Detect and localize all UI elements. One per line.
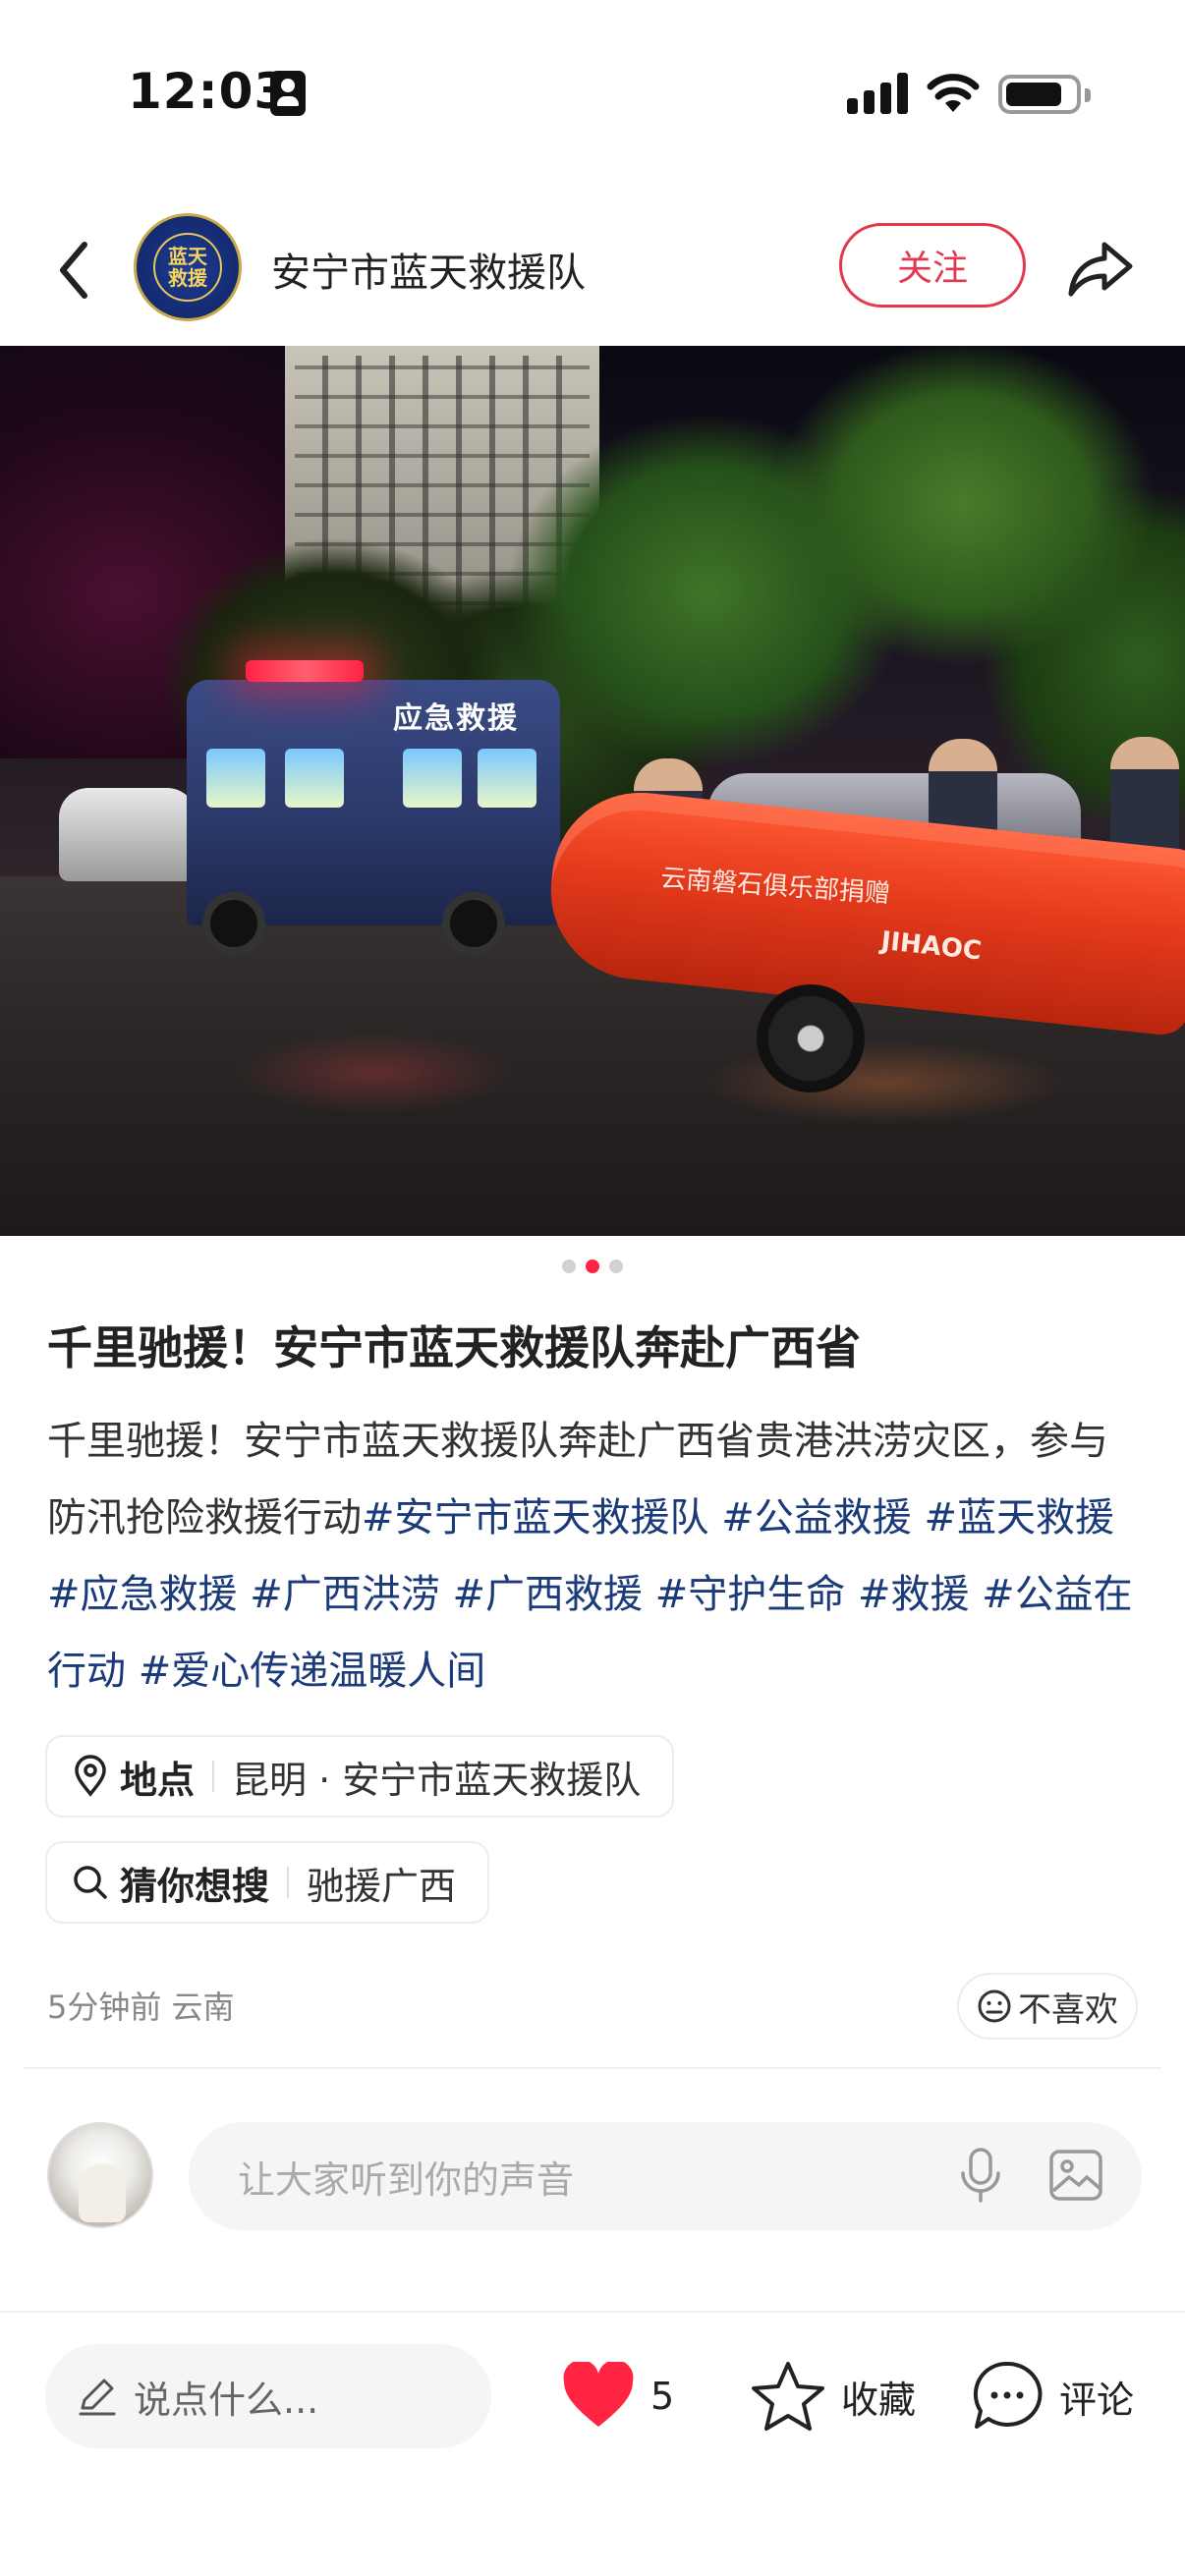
location-label: 地点 — [120, 1758, 196, 1802]
parked-car — [59, 788, 197, 881]
comment-button[interactable]: 评论 — [969, 2352, 1134, 2440]
cellular-signal-icon — [847, 73, 908, 114]
post-meta: 5分钟前 云南 — [47, 1988, 235, 2026]
pencil-icon — [79, 2379, 116, 2416]
comment-placeholder: 让大家听到你的声音 — [238, 2157, 575, 2202]
battery-icon — [998, 75, 1091, 114]
hashtag[interactable]: #蓝天救援 — [924, 1495, 1114, 1540]
bottom-bar-divider — [0, 2311, 1185, 2313]
follow-button[interactable]: 关注 — [839, 223, 1026, 308]
like-button[interactable]: 5 — [560, 2352, 674, 2440]
like-count: 5 — [650, 2375, 675, 2418]
hashtag[interactable]: #守护生命 — [655, 1572, 858, 1617]
comment-label: 评论 — [1059, 2378, 1135, 2422]
status-bar: 12:03 — [0, 0, 1185, 187]
status-time: 12:03 — [128, 63, 290, 120]
hashtag[interactable]: #公益救援 — [721, 1495, 924, 1540]
boat-text: 云南磐石俱乐部捐赠 — [659, 864, 891, 910]
post-header: 蓝天 救援 安宁市蓝天救援队 关注 — [0, 201, 1185, 339]
hashtag[interactable]: #爱心传递温暖人间 — [139, 1649, 486, 1694]
post-title: 千里驰援！安宁市蓝天救援队奔赴广西省 — [47, 1321, 861, 1374]
heart-icon — [563, 2362, 634, 2427]
pager-dot[interactable] — [562, 1260, 576, 1273]
search-icon — [74, 1866, 107, 1899]
suggested-search-chip[interactable]: 猜你想搜 驰援广西 — [45, 1841, 490, 1924]
post-photo[interactable]: 应急救援 云南磐石俱乐部捐赠 JIHAOC — [0, 346, 1185, 1236]
contact-card-icon — [270, 71, 306, 116]
pager-dot-active[interactable] — [586, 1260, 599, 1273]
suggested-search-label: 猜你想搜 — [120, 1864, 270, 1908]
logo-text-top: 蓝天 — [168, 245, 207, 268]
account-avatar[interactable]: 蓝天 救援 — [134, 213, 242, 321]
location-pin-icon — [75, 1755, 106, 1797]
pager-dot[interactable] — [609, 1260, 623, 1273]
wifi-icon — [927, 74, 980, 112]
suggested-search-value: 驰援广西 — [307, 1864, 457, 1908]
star-icon — [752, 2362, 824, 2431]
chip-divider — [212, 1761, 215, 1792]
hashtag[interactable]: #安宁市蓝天救援队 — [362, 1495, 721, 1540]
back-arrow-icon[interactable] — [47, 231, 106, 309]
user-avatar[interactable] — [47, 2122, 153, 2228]
comment-bubble-icon — [973, 2361, 1043, 2429]
trailer-wheel — [757, 984, 865, 1092]
neutral-face-icon — [978, 1989, 1011, 2023]
hashtag[interactable]: #救援 — [858, 1572, 982, 1617]
dislike-label: 不喜欢 — [1018, 1989, 1118, 2030]
account-name[interactable]: 安宁市蓝天救援队 — [271, 241, 586, 298]
chip-divider — [287, 1867, 290, 1898]
collect-button[interactable]: 收藏 — [749, 2352, 916, 2440]
collect-label: 收藏 — [841, 2378, 917, 2422]
rescue-van: 应急救援 — [187, 660, 560, 955]
hashtag[interactable]: #广西洪涝 — [250, 1572, 452, 1617]
location-chip[interactable]: 地点 昆明 · 安宁市蓝天救援队 — [45, 1735, 675, 1818]
post-body: 千里驰援！安宁市蓝天救援队奔赴广西省贵港洪涝灾区，参与防汛抢险救援行动#安宁市蓝… — [47, 1403, 1146, 1709]
say-something-placeholder: 说点什么... — [134, 2378, 319, 2422]
hashtag[interactable]: #广西救援 — [452, 1572, 654, 1617]
van-sign: 应急救援 — [393, 701, 519, 736]
location-value: 昆明 · 安宁市蓝天救援队 — [232, 1758, 642, 1802]
boat-brand: JIHAOC — [879, 925, 984, 967]
image-pager — [0, 1260, 1185, 1279]
logo-text-bottom: 救援 — [168, 266, 207, 290]
hashtag[interactable]: #应急救援 — [47, 1572, 250, 1617]
section-divider — [24, 2067, 1161, 2069]
dislike-button[interactable]: 不喜欢 — [957, 1973, 1138, 2040]
share-icon[interactable] — [1061, 231, 1140, 309]
image-icon[interactable] — [1047, 2148, 1104, 2203]
microphone-icon[interactable] — [955, 2146, 1006, 2205]
say-something-input[interactable]: 说点什么... — [45, 2344, 491, 2448]
